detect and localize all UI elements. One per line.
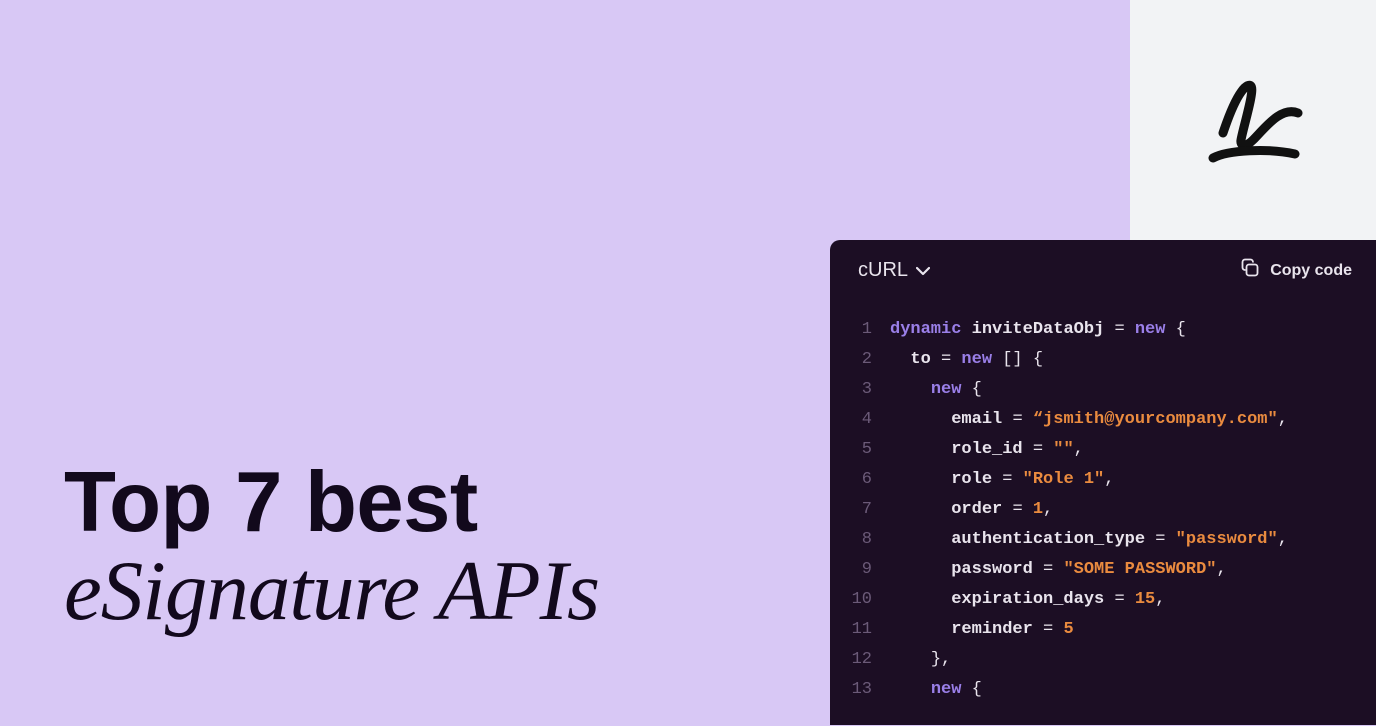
- code-panel-header: cURL Copy code: [830, 240, 1376, 295]
- code-content: new {: [890, 375, 982, 405]
- code-line: 6 role = "Role 1",: [830, 465, 1376, 495]
- code-content: to = new [] {: [890, 345, 1043, 375]
- code-content: expiration_days = 15,: [890, 585, 1165, 615]
- line-number: 6: [830, 465, 890, 495]
- headline-line1: Top 7 best: [64, 460, 599, 545]
- code-panel: cURL Copy code 1dynamic inviteDataObj = …: [830, 240, 1376, 725]
- code-content: },: [890, 645, 951, 675]
- code-line: 4 email = “jsmith@yourcompany.com",: [830, 405, 1376, 435]
- code-line: 8 authentication_type = "password",: [830, 525, 1376, 555]
- code-line: 10 expiration_days = 15,: [830, 585, 1376, 615]
- code-content: new {: [890, 675, 982, 705]
- chevron-down-icon: [916, 259, 930, 282]
- code-body: 1dynamic inviteDataObj = new {2 to = new…: [830, 295, 1376, 705]
- code-line: 7 order = 1,: [830, 495, 1376, 525]
- line-number: 7: [830, 495, 890, 525]
- line-number: 1: [830, 315, 890, 345]
- code-content: email = “jsmith@yourcompany.com",: [890, 405, 1288, 435]
- code-content: role_id = "",: [890, 435, 1084, 465]
- code-content: password = "SOME PASSWORD",: [890, 555, 1227, 585]
- line-number: 2: [830, 345, 890, 375]
- language-selector[interactable]: cURL: [858, 259, 930, 282]
- code-line: 3 new {: [830, 375, 1376, 405]
- logo-panel: [1130, 0, 1376, 240]
- line-number: 5: [830, 435, 890, 465]
- code-content: order = 1,: [890, 495, 1053, 525]
- line-number: 12: [830, 645, 890, 675]
- line-number: 13: [830, 675, 890, 705]
- headline-line2: eSignature APIs: [64, 549, 599, 634]
- page-headline: Top 7 best eSignature APIs: [64, 460, 599, 634]
- code-line: 11 reminder = 5: [830, 615, 1376, 645]
- line-number: 9: [830, 555, 890, 585]
- code-line: 5 role_id = "",: [830, 435, 1376, 465]
- code-content: dynamic inviteDataObj = new {: [890, 315, 1186, 345]
- line-number: 8: [830, 525, 890, 555]
- code-content: authentication_type = "password",: [890, 525, 1288, 555]
- copy-code-button[interactable]: Copy code: [1240, 258, 1352, 283]
- code-line: 1dynamic inviteDataObj = new {: [830, 315, 1376, 345]
- signature-logo-icon: [1193, 58, 1313, 183]
- code-content: reminder = 5: [890, 615, 1074, 645]
- code-line: 12 },: [830, 645, 1376, 675]
- code-line: 2 to = new [] {: [830, 345, 1376, 375]
- copy-code-label: Copy code: [1270, 262, 1352, 280]
- code-content: role = "Role 1",: [890, 465, 1114, 495]
- copy-icon: [1240, 258, 1260, 283]
- line-number: 4: [830, 405, 890, 435]
- line-number: 11: [830, 615, 890, 645]
- code-line: 13 new {: [830, 675, 1376, 705]
- code-line: 9 password = "SOME PASSWORD",: [830, 555, 1376, 585]
- line-number: 3: [830, 375, 890, 405]
- line-number: 10: [830, 585, 890, 615]
- language-label: cURL: [858, 259, 908, 282]
